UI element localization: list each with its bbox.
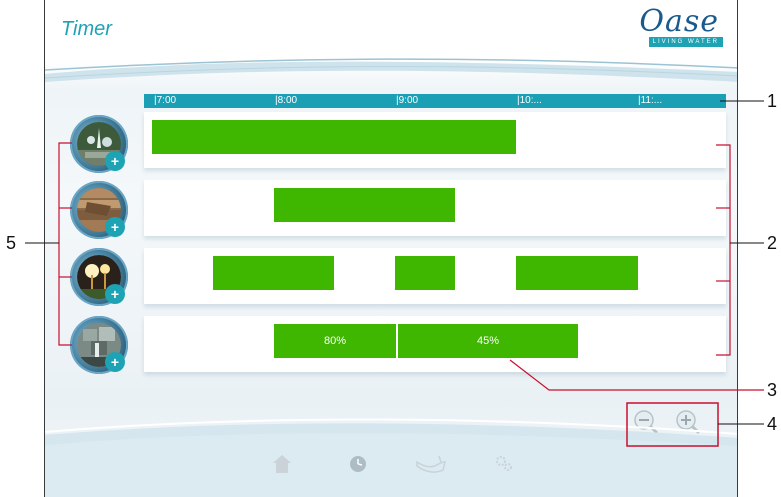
- device-avatar-fountain[interactable]: +: [70, 115, 128, 173]
- add-timer-button[interactable]: +: [105, 352, 125, 372]
- clock-icon[interactable]: [347, 452, 369, 474]
- footer-wave: [45, 418, 737, 497]
- time-tick: |10:...: [517, 95, 542, 106]
- add-timer-button[interactable]: +: [105, 151, 125, 171]
- callout-5: 5: [6, 233, 17, 253]
- timer-row-stream: [144, 180, 726, 236]
- device-avatar-lights[interactable]: +: [70, 248, 128, 306]
- callout-2: 2: [767, 233, 778, 253]
- timer-bar[interactable]: [516, 256, 638, 290]
- time-tick: |9:00: [396, 95, 419, 106]
- add-timer-button[interactable]: +: [105, 217, 125, 237]
- timer-bar[interactable]: [395, 256, 455, 290]
- brand-logo: Oase LIVING WATER: [637, 4, 727, 50]
- time-tick: |8:00: [275, 95, 298, 106]
- callout-1: 1: [767, 91, 778, 111]
- timer-bar[interactable]: [152, 120, 516, 154]
- add-timer-button[interactable]: +: [105, 284, 125, 304]
- logo-tagline: LIVING WATER: [648, 37, 723, 47]
- time-tick: |11:...: [638, 95, 663, 106]
- page-title: Timer: [61, 18, 112, 40]
- pond-icon[interactable]: [415, 452, 449, 474]
- timer-row-fountain: [144, 112, 726, 168]
- device-avatar-waterfall[interactable]: +: [70, 316, 128, 374]
- timeline-axis[interactable]: |7:00 |8:00 |9:00 |10:... |11:...: [144, 94, 726, 108]
- timer-row-waterfall: 80% 45%: [144, 316, 726, 372]
- timer-bar[interactable]: [213, 256, 334, 290]
- timer-screen: Timer Oase LIVING WATER |7:00 |8:00 |9:0…: [44, 0, 738, 497]
- timer-row-lights: [144, 248, 726, 304]
- device-avatar-stream[interactable]: +: [70, 181, 128, 239]
- timer-bar-dimmed[interactable]: 45%: [396, 324, 578, 358]
- time-tick: |7:00: [154, 95, 177, 106]
- callout-3: 3: [767, 380, 778, 400]
- settings-icon[interactable]: [493, 452, 515, 474]
- home-icon[interactable]: [271, 452, 293, 474]
- callout-4: 4: [767, 414, 778, 434]
- timer-bar[interactable]: [274, 188, 455, 222]
- timer-bar-dimmed[interactable]: 80%: [274, 324, 396, 358]
- logo-wordmark: Oase: [639, 4, 719, 39]
